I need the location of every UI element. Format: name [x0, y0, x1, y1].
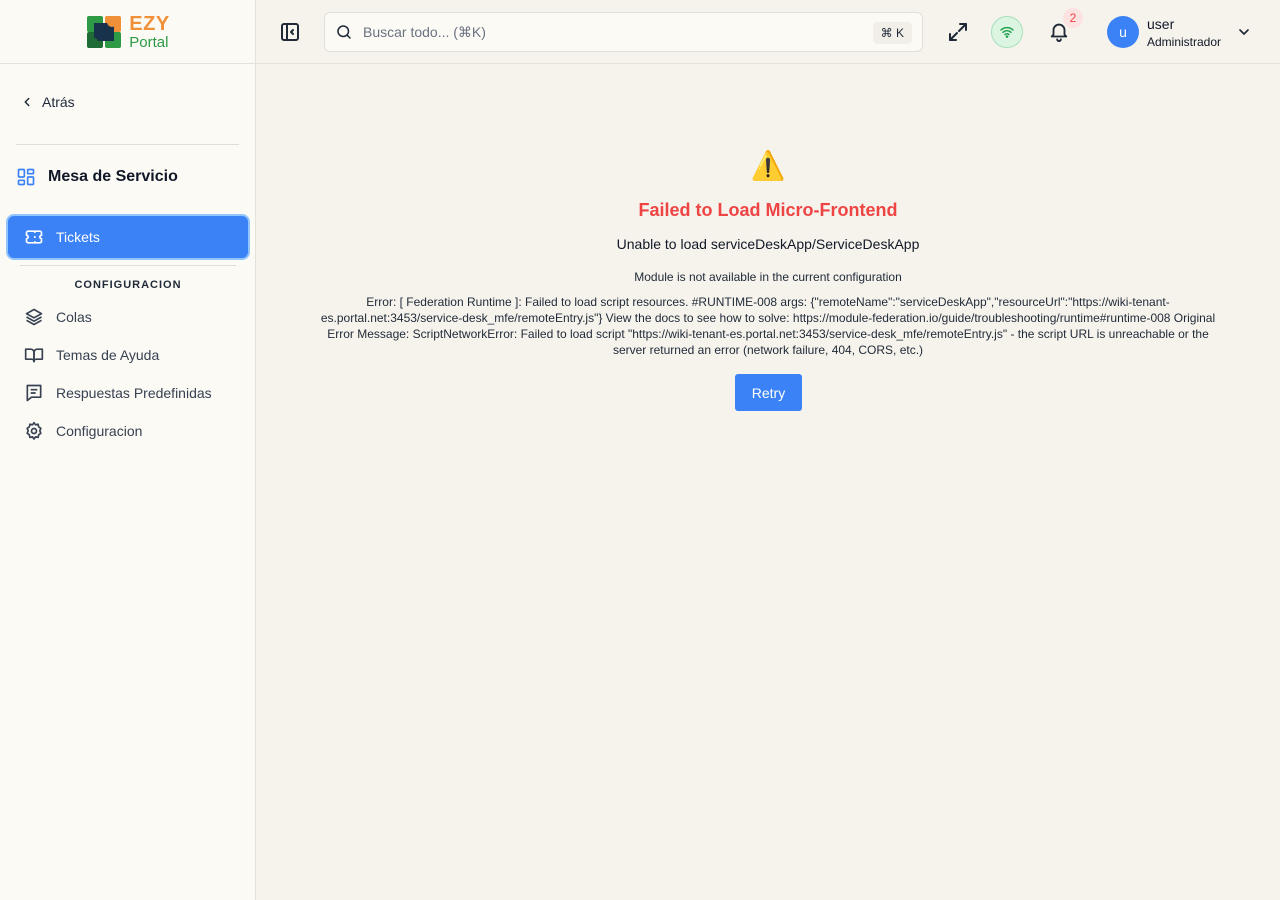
- search-shortcut-badge: ⌘ K: [872, 22, 912, 44]
- panel-collapse-icon: [281, 23, 299, 41]
- search-bar[interactable]: ⌘ K: [324, 12, 923, 52]
- warning-icon: ⚠️: [750, 150, 786, 181]
- avatar[interactable]: u: [1107, 16, 1139, 48]
- error-detail: Error: [ Federation Runtime ]: Failed to…: [320, 295, 1216, 357]
- section-title: Mesa de Servicio: [16, 164, 178, 190]
- user-menu-toggle[interactable]: [1236, 24, 1252, 40]
- sidebar-item-label: Colas: [56, 309, 92, 325]
- sidebar-item-temas-de-ayuda[interactable]: Temas de Ayuda: [24, 343, 159, 367]
- ticket-icon: [25, 230, 43, 244]
- sidebar-item-label: Temas de Ayuda: [56, 347, 160, 363]
- connection-status-button[interactable]: [991, 16, 1023, 48]
- top-header: ⌘ K 2 u user Administrador: [256, 0, 1280, 64]
- user-name: user: [1147, 16, 1175, 32]
- retry-button[interactable]: Retry: [735, 374, 802, 411]
- chevron-down-icon: [1239, 29, 1249, 35]
- back-link-label: Atrás: [42, 94, 75, 110]
- sidebar: EZY Portal Atrás Mesa de Servicio Ticket…: [0, 0, 256, 900]
- grid-icon: [17, 168, 35, 186]
- error-message: Module is not available in the current c…: [634, 270, 902, 284]
- sidebar-toggle-button[interactable]: [278, 20, 302, 44]
- notification-count-badge: 2: [1063, 8, 1083, 28]
- app-logo[interactable]: EZY Portal: [85, 12, 169, 52]
- error-subtitle: Unable to load serviceDeskApp/ServiceDes…: [616, 236, 920, 252]
- main-content: ⚠️ Failed to Load Micro-Frontend Unable …: [256, 64, 1280, 900]
- sidebar-item-colas[interactable]: Colas: [24, 305, 92, 329]
- chevron-left-icon: [24, 97, 30, 107]
- user-menu[interactable]: user Administrador: [1147, 16, 1221, 49]
- logo-text-line2: Portal: [129, 33, 169, 51]
- sidebar-item-tickets[interactable]: Tickets: [8, 216, 248, 258]
- sidebar-item-tickets-label: Tickets: [56, 229, 100, 245]
- logo-text-line1: EZY: [129, 12, 170, 35]
- sidebar-divider-2: [20, 265, 236, 266]
- wifi-icon: [1000, 26, 1014, 38]
- logo-area: EZY Portal: [0, 0, 255, 64]
- gear-icon: [26, 421, 42, 440]
- logo-text: EZY Portal: [129, 14, 169, 50]
- sidebar-divider: [16, 144, 239, 145]
- layers-icon: [25, 308, 43, 326]
- sidebar-item-label: Configuracion: [56, 423, 143, 439]
- sidebar-item-label: Respuestas Predefinidas: [56, 385, 212, 401]
- search-icon: [337, 25, 351, 39]
- section-title-label: Mesa de Servicio: [48, 168, 178, 185]
- sidebar-item-respuestas-predefinidas[interactable]: Respuestas Predefinidas: [24, 381, 212, 405]
- back-link[interactable]: Atrás: [20, 92, 75, 112]
- book-icon: [24, 348, 44, 363]
- expand-icon: [949, 23, 967, 41]
- search-input[interactable]: [363, 24, 843, 40]
- puzzle-logo-icon: [87, 15, 122, 48]
- error-title: Failed to Load Micro-Frontend: [638, 200, 898, 220]
- message-lines-icon: [26, 384, 42, 402]
- fullscreen-button[interactable]: [946, 20, 970, 44]
- group-label-configuracion: CONFIGURACION: [74, 279, 182, 291]
- user-role: Administrador: [1147, 34, 1222, 49]
- sidebar-item-configuracion[interactable]: Configuracion: [24, 419, 142, 443]
